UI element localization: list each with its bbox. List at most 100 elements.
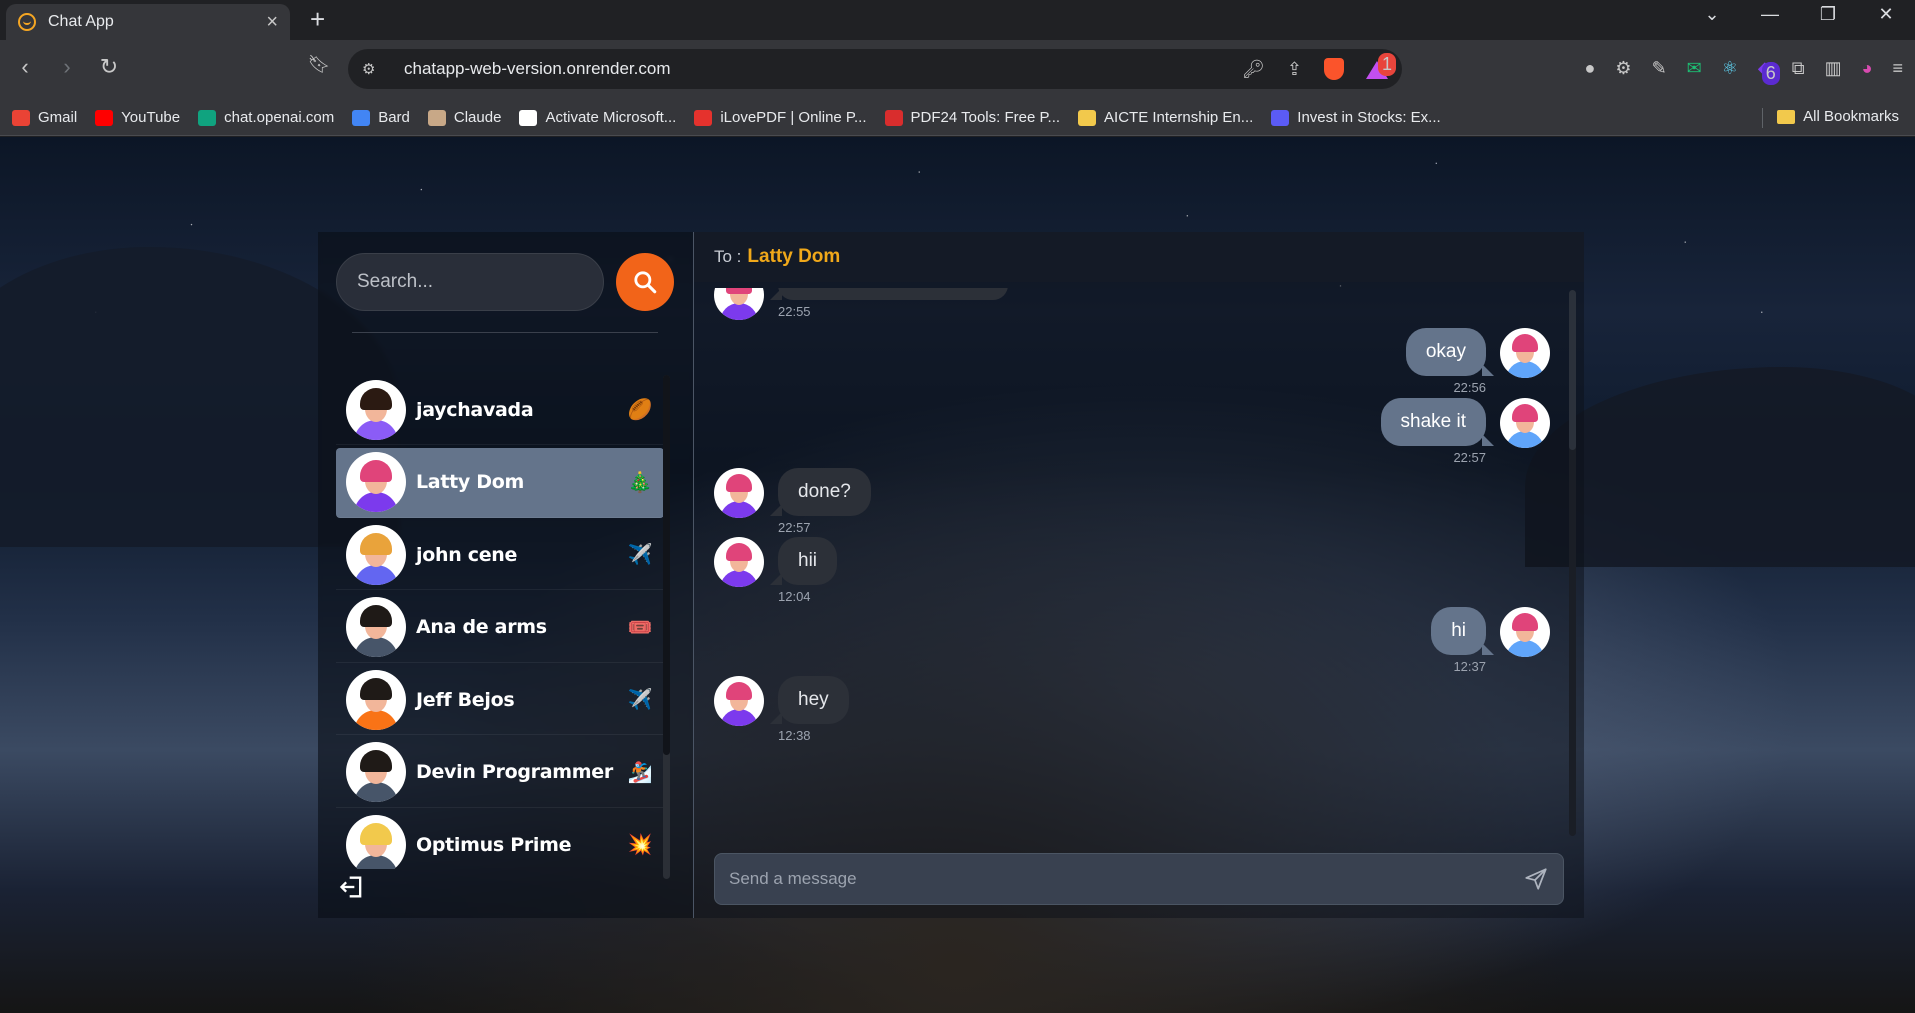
messages-scrollbar[interactable]: [1569, 290, 1576, 836]
address-bar[interactable]: ⚙︎ chatapp-web-version.onrender.com 🔑︎ ⇪…: [348, 49, 1402, 89]
avatar: [346, 524, 406, 585]
restore-button[interactable]: ❐: [1799, 0, 1857, 30]
tab-title: Chat App: [48, 13, 114, 30]
bookmark-item[interactable]: YouTube: [95, 109, 180, 126]
close-window-button[interactable]: ✕: [1857, 0, 1915, 30]
extensions-puzzle-icon[interactable]: ⧉: [1792, 58, 1805, 79]
avatar: [346, 814, 406, 869]
mail-extension-icon[interactable]: ✉: [1687, 58, 1702, 79]
share-icon[interactable]: ⇪: [1287, 59, 1302, 80]
tab-search-icon[interactable]: ⌄: [1683, 0, 1741, 30]
bookmark-item[interactable]: Bard: [352, 109, 410, 126]
message-composer: [714, 853, 1564, 905]
sidebar-scroll-thumb[interactable]: [663, 375, 670, 755]
conversation-item[interactable]: Ana de arms 🎟️: [336, 593, 664, 663]
conversation-item[interactable]: Optimus Prime 💥: [336, 810, 664, 869]
conversation-item[interactable]: jaychavada 🏉: [336, 375, 664, 445]
bookmark-favicon-icon: [427, 109, 446, 126]
eyedropper-extension-icon[interactable]: ✎: [1652, 58, 1667, 79]
bookmark-label: Gmail: [38, 109, 78, 126]
bookmark-item[interactable]: Invest in Stocks: Ex...: [1271, 109, 1441, 126]
search-icon: [634, 271, 657, 294]
message-list: 22:55 okay 22:56 shake it 22:57 done? 22:57 hii…: [694, 288, 1566, 836]
bookmark-favicon-icon: [519, 109, 538, 126]
bookmark-favicon-icon: [12, 109, 30, 126]
conversation-item[interactable]: Devin Programmer 🏂: [336, 738, 664, 808]
message-bubble: okay: [1405, 328, 1495, 376]
sidebar-divider: [352, 332, 658, 333]
all-bookmarks-button[interactable]: All Bookmarks: [1777, 108, 1899, 125]
send-icon[interactable]: [1523, 866, 1549, 892]
mouse-extension-icon[interactable]: ●: [1585, 58, 1596, 79]
password-key-icon[interactable]: 🔑︎: [1242, 59, 1265, 80]
back-button[interactable]: ‹: [10, 54, 40, 80]
profile-avatar-icon[interactable]: ◕: [1862, 58, 1873, 79]
message-bubble: hii: [769, 537, 838, 585]
chat-header: To : Latty Dom: [694, 232, 1584, 282]
conversation-item[interactable]: Jeff Bejos ✈️: [336, 665, 664, 735]
react-devtools-icon[interactable]: ⚛: [1722, 58, 1738, 79]
bookmark-item[interactable]: AICTE Internship En...: [1078, 109, 1253, 126]
bookmark-label: Invest in Stocks: Ex...: [1297, 109, 1441, 126]
message-bubble: shake it: [1380, 398, 1495, 446]
conversation-emoji: 💥: [627, 834, 653, 856]
logout-icon[interactable]: [338, 873, 366, 901]
bookmark-page-icon[interactable]: 🔖︎: [304, 54, 334, 75]
bookmark-favicon-icon: [694, 109, 713, 126]
message-bubble: hi: [1431, 607, 1494, 655]
bookmark-favicon-icon: [1078, 109, 1097, 126]
sidebar-scrollbar[interactable]: [663, 375, 670, 879]
message-time: 22:55: [778, 304, 811, 319]
conversation-name: Jeff Bejos: [416, 688, 515, 711]
bookmark-label: AICTE Internship En...: [1104, 109, 1254, 126]
search-input[interactable]: [336, 253, 604, 311]
avatar: [1500, 398, 1550, 448]
page-background: jaychavada 🏉 Latty Dom 🎄 john cene ✈️ Ana de a…: [0, 137, 1915, 1013]
received-message: 22:55: [714, 288, 1008, 320]
bookmark-item[interactable]: PDF24 Tools: Free P...: [884, 109, 1060, 126]
bookmark-item[interactable]: Claude: [427, 109, 501, 126]
avatar: [1500, 607, 1550, 657]
forward-button[interactable]: ›: [52, 54, 82, 80]
conversation-emoji: 🏂: [627, 761, 653, 784]
minimize-button[interactable]: —: [1741, 0, 1799, 30]
conversation-name: Latty Dom: [416, 471, 525, 493]
brave-shields-icon[interactable]: [1324, 58, 1344, 80]
menu-icon[interactable]: ≡: [1892, 58, 1903, 79]
message-time: 12:04: [778, 589, 811, 604]
side-panel-icon[interactable]: ▥: [1825, 58, 1842, 79]
message-bubble: [770, 288, 1008, 300]
browser-tab[interactable]: Chat App ×: [6, 4, 290, 40]
messages-scroll-thumb[interactable]: [1569, 290, 1576, 450]
received-message: hii 12:04: [714, 537, 838, 604]
conversation-name: jaychavada: [416, 398, 534, 421]
settings-extension-icon[interactable]: ⚙: [1615, 58, 1631, 79]
avatar: [714, 288, 764, 320]
message-input[interactable]: [729, 869, 1523, 889]
reload-button[interactable]: ↻: [94, 54, 124, 80]
bookmark-item[interactable]: iLovePDF | Online P...: [694, 109, 867, 126]
grad-cap-extension-icon[interactable]: ◆6: [1758, 58, 1780, 85]
message-time: 22:57: [778, 520, 811, 535]
brave-rewards-icon[interactable]: 1: [1366, 53, 1396, 79]
search-button[interactable]: [616, 253, 674, 311]
site-info-icon[interactable]: ⚙︎: [362, 60, 382, 78]
bookmark-item[interactable]: Gmail: [12, 109, 77, 126]
rewards-badge: 1: [1377, 53, 1396, 76]
bookmark-favicon-icon: [352, 109, 371, 126]
bookmark-item[interactable]: chat.openai.com: [198, 109, 334, 126]
conversation-emoji: ✈️: [627, 689, 653, 711]
bookmarks-bar: Gmail YouTube chat.openai.com Bard Claude Act…: [0, 100, 1915, 136]
conversation-name: Ana de arms: [416, 616, 547, 638]
new-tab-button[interactable]: +: [310, 6, 325, 32]
conversation-item[interactable]: Latty Dom 🎄: [336, 447, 664, 518]
avatar: [346, 597, 406, 657]
folder-icon: [1777, 109, 1796, 124]
close-tab-icon[interactable]: ×: [266, 12, 278, 32]
bookmark-favicon-icon: [198, 109, 217, 126]
avatar: [1500, 328, 1550, 378]
conversation-item[interactable]: john cene ✈️: [336, 520, 664, 590]
url-text[interactable]: chatapp-web-version.onrender.com: [404, 59, 1242, 79]
search-form: [336, 253, 674, 311]
bookmark-item[interactable]: Activate Microsoft...: [519, 109, 676, 126]
